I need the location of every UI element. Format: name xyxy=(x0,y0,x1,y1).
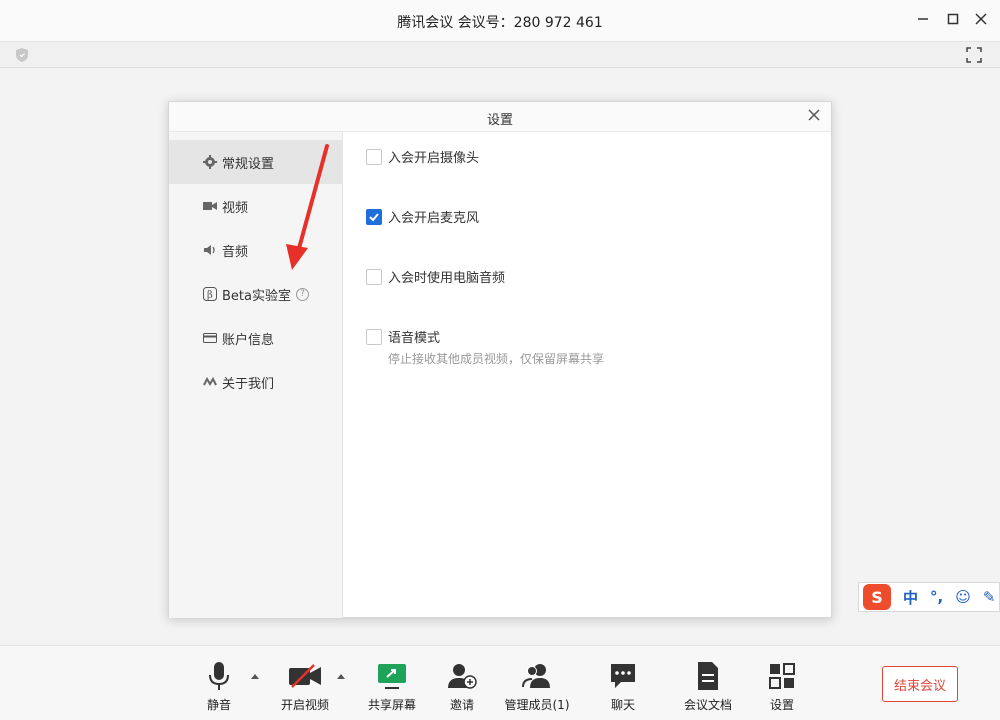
sidebar-item-account[interactable]: 账户信息 xyxy=(169,316,342,360)
invite-button[interactable]: 邀请 xyxy=(444,660,480,713)
manage-members-button[interactable]: 管理成员(1) xyxy=(504,660,570,713)
members-icon xyxy=(520,660,554,692)
settings-dialog: 设置 常规设置 视频 音频 β Beta实验室 ? 账户信息 关于我们 入会开启… xyxy=(168,101,832,618)
option-label: 入会时使用电脑音频 xyxy=(388,271,506,286)
svg-text:β: β xyxy=(207,290,213,301)
microphone-icon xyxy=(202,660,236,692)
card-icon xyxy=(203,331,217,345)
end-meeting-button[interactable]: 结束会议 xyxy=(882,666,958,702)
option-label: 语音模式 xyxy=(388,331,441,346)
tool-label: 管理成员(1) xyxy=(504,698,570,712)
general-settings-panel: 入会开启摄像头 入会开启麦克风 入会时使用电脑音频 语音模式 停止接收其他成员视… xyxy=(344,132,831,617)
share-screen-icon xyxy=(375,660,409,692)
window-title: 腾讯会议 会议号：280 972 461 xyxy=(397,15,603,31)
tool-label: 开启视频 xyxy=(280,698,329,712)
sidebar-item-label: 音频 xyxy=(222,244,249,260)
settings-icon xyxy=(765,660,799,692)
logo-icon xyxy=(203,375,217,389)
tool-label: 聊天 xyxy=(610,698,635,712)
sidebar-item-label: 视频 xyxy=(222,200,249,216)
mute-button[interactable]: 静音 xyxy=(200,660,238,713)
speaker-icon xyxy=(203,243,217,257)
checkbox[interactable] xyxy=(366,268,382,285)
sidebar-item-label: 关于我们 xyxy=(222,376,275,392)
sidebar-item-about[interactable]: 关于我们 xyxy=(169,360,342,404)
meeting-docs-button[interactable]: 会议文档 xyxy=(682,660,734,713)
pen-icon[interactable]: ✎ xyxy=(983,588,996,606)
checkbox[interactable] xyxy=(366,148,382,165)
tool-label: 会议文档 xyxy=(683,698,732,712)
dialog-header: 设置 xyxy=(169,102,831,132)
tool-label: 设置 xyxy=(769,698,794,712)
minimize-icon[interactable] xyxy=(914,12,932,30)
ime-chinese-mode[interactable]: 中 xyxy=(903,587,918,608)
beta-icon: β xyxy=(203,287,217,301)
option-description: 停止接收其他成员视频，仅保留屏幕共享 xyxy=(388,352,605,366)
close-icon[interactable] xyxy=(972,12,990,30)
help-icon[interactable]: ? xyxy=(295,287,309,301)
share-screen-button[interactable]: 共享屏幕 xyxy=(366,660,418,713)
option-mic-on-join[interactable]: 入会开启麦克风 xyxy=(366,207,479,226)
security-shield-icon[interactable] xyxy=(14,47,30,63)
checkbox-checked[interactable] xyxy=(366,208,382,225)
checkbox[interactable] xyxy=(366,328,382,345)
chat-button[interactable]: 聊天 xyxy=(605,660,641,713)
fullscreen-icon[interactable] xyxy=(966,47,982,63)
tool-label: 静音 xyxy=(206,698,231,712)
sidebar-item-label: 账户信息 xyxy=(222,332,275,348)
sidebar-item-label: Beta实验室 xyxy=(222,288,291,304)
ime-punctuation[interactable]: °, xyxy=(930,588,943,606)
sogou-logo-icon[interactable]: S xyxy=(863,584,891,610)
option-label: 入会开启麦克风 xyxy=(388,211,480,226)
annotation-arrow xyxy=(280,140,340,280)
video-off-icon xyxy=(288,660,322,692)
ime-toolbar: S 中 °, ☺ ✎ xyxy=(858,582,1000,612)
option-computer-audio[interactable]: 入会时使用电脑音频 xyxy=(366,267,505,286)
title-bar: 腾讯会议 会议号：280 972 461 xyxy=(0,0,1000,42)
emoji-icon[interactable]: ☺ xyxy=(955,588,971,606)
chat-icon xyxy=(606,660,640,692)
document-icon xyxy=(691,660,725,692)
video-options-caret[interactable] xyxy=(337,674,345,679)
dialog-title: 设置 xyxy=(486,113,513,128)
option-label: 入会开启摄像头 xyxy=(388,151,480,166)
tool-label: 共享屏幕 xyxy=(367,698,416,712)
option-camera-on-join[interactable]: 入会开启摄像头 xyxy=(366,147,479,166)
meeting-info-bar xyxy=(0,42,1000,68)
start-video-button[interactable]: 开启视频 xyxy=(278,660,332,713)
dialog-close-icon[interactable] xyxy=(805,107,823,125)
meeting-toolbar: 静音 开启视频 共享屏幕 邀请 管理成员(1) 聊天 会议文档 设置 结束会议 xyxy=(0,645,1000,720)
sidebar-item-label: 常规设置 xyxy=(222,156,275,172)
option-voice-mode[interactable]: 语音模式 xyxy=(366,327,440,346)
settings-button[interactable]: 设置 xyxy=(764,660,800,713)
gear-icon xyxy=(203,155,217,169)
maximize-icon[interactable] xyxy=(944,12,962,30)
tool-label: 邀请 xyxy=(449,698,474,712)
invite-icon xyxy=(445,660,479,692)
mute-options-caret[interactable] xyxy=(251,674,259,679)
camera-icon xyxy=(203,199,217,213)
